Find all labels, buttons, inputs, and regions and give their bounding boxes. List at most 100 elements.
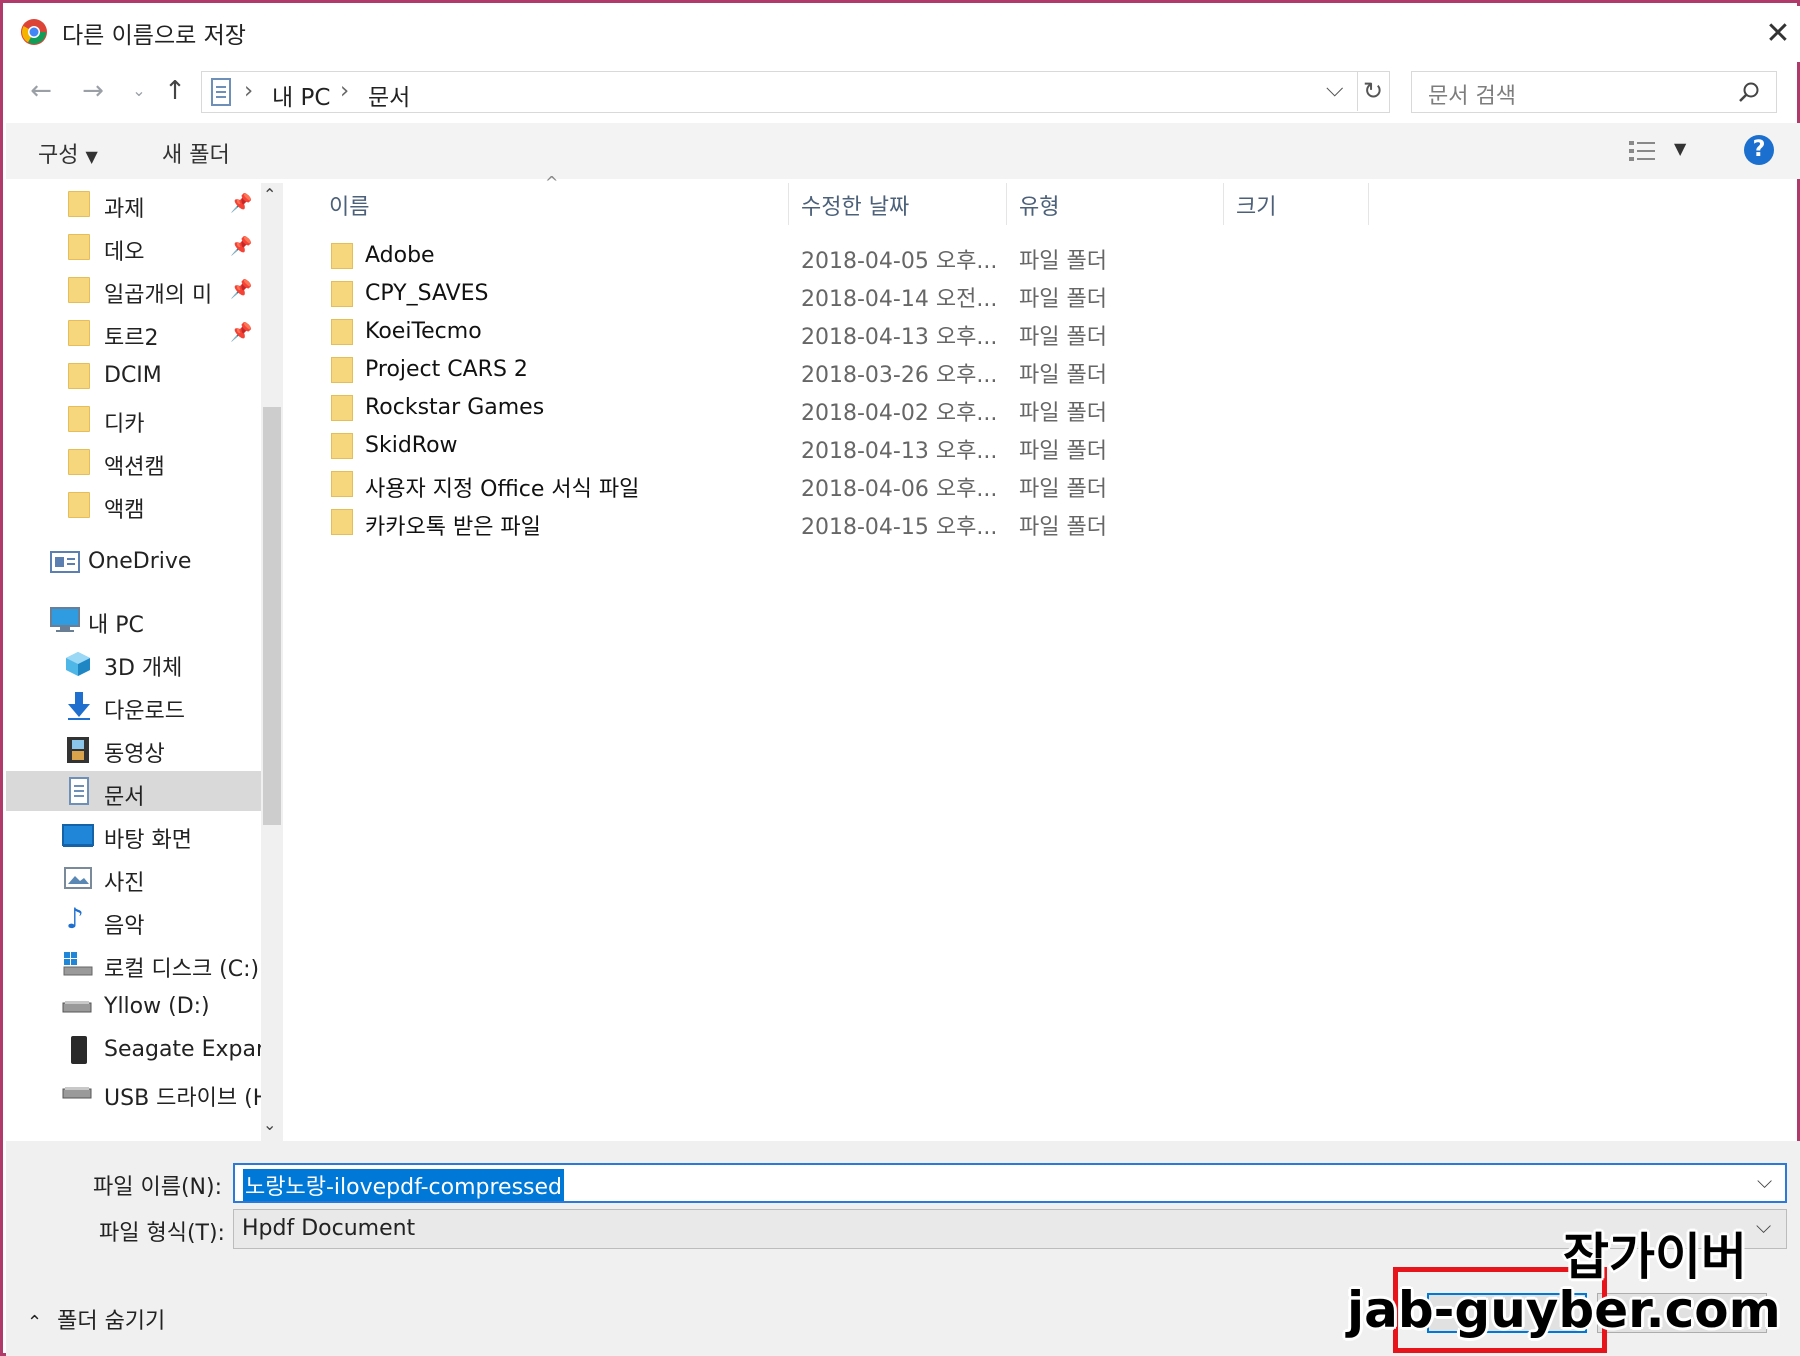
folder-icon bbox=[331, 395, 353, 421]
sidebar-item-label: USB 드라이브 (H bbox=[104, 1086, 262, 1111]
sidebar-item-videos[interactable]: 동영상 bbox=[6, 728, 262, 768]
download-arrow-icon bbox=[68, 692, 90, 720]
sidebar-item-usb[interactable]: USB 드라이브 (H bbox=[6, 1072, 262, 1112]
sidebar-item-quick-4[interactable]: 토르2 📌 bbox=[6, 312, 262, 352]
hide-folders-label: 폴더 숨기기 bbox=[57, 1309, 166, 1334]
folder-icon bbox=[68, 449, 90, 475]
forward-arrow-icon[interactable]: → bbox=[75, 71, 111, 111]
window-title: 다른 이름으로 저장 bbox=[62, 23, 246, 49]
sidebar-item-label: Seagate Expansi bbox=[104, 1037, 262, 1062]
sidebar-item-label: 3D 개체 bbox=[104, 656, 183, 681]
disk-icon bbox=[63, 952, 93, 976]
column-divider[interactable] bbox=[788, 183, 789, 225]
sidebar-item-drive-d[interactable]: Yllow (D:) bbox=[6, 986, 262, 1026]
filename-label: 파일 이름(N): bbox=[93, 1175, 222, 1200]
column-header-name[interactable]: 이름 bbox=[329, 189, 369, 235]
sidebar-item-quick-2[interactable]: 데오 📌 bbox=[6, 226, 262, 266]
watermark-title: 잡가이버 bbox=[1563, 1228, 1747, 1286]
sidebar-item-seagate[interactable]: Seagate Expansi bbox=[6, 1029, 262, 1069]
file-row[interactable]: Adobe 2018-04-05 오후... 파일 폴더 bbox=[331, 237, 1131, 275]
column-divider[interactable] bbox=[1223, 183, 1224, 225]
sidebar-item-3d-objects[interactable]: 3D 개체 bbox=[6, 642, 262, 682]
music-note-icon: ♪ bbox=[66, 902, 84, 935]
folder-icon bbox=[331, 243, 353, 269]
new-folder-button[interactable]: 새 폴더 bbox=[162, 137, 230, 169]
sidebar-scrollbar-thumb[interactable] bbox=[263, 407, 281, 825]
sidebar-item-local-disk-c[interactable]: 로컬 디스크 (C:) bbox=[6, 943, 262, 983]
file-row[interactable]: CPY_SAVES 2018-04-14 오전... 파일 폴더 bbox=[331, 275, 1131, 313]
pin-icon: 📌 bbox=[230, 322, 253, 343]
refresh-icon[interactable]: ↻ bbox=[1357, 71, 1388, 111]
document-location-icon bbox=[211, 78, 231, 106]
column-header-modified[interactable]: 수정한 날짜 bbox=[801, 189, 909, 235]
sidebar-item-label: 액션캠 bbox=[104, 455, 165, 480]
breadcrumb-documents[interactable]: 문서 bbox=[368, 78, 410, 112]
sidebar-item-downloads[interactable]: 다운로드 bbox=[6, 685, 262, 725]
filename-dropdown-icon[interactable]: ⌵ bbox=[1757, 1169, 1772, 1193]
file-row[interactable]: Rockstar Games 2018-04-02 오후... 파일 폴더 bbox=[331, 389, 1131, 427]
sidebar-item-label: 문서 bbox=[104, 785, 145, 810]
file-row[interactable]: 사용자 지정 Office 서식 파일 2018-04-06 오후... 파일 … bbox=[331, 465, 1131, 503]
scroll-up-icon[interactable]: ⌃ bbox=[263, 185, 276, 204]
breadcrumb-this-pc[interactable]: 내 PC bbox=[272, 78, 330, 112]
view-options-icon[interactable] bbox=[1628, 139, 1658, 163]
file-row[interactable]: SkidRow 2018-04-13 오후... 파일 폴더 bbox=[331, 427, 1131, 465]
sidebar-item-label: 다운로드 bbox=[104, 699, 185, 724]
help-icon[interactable]: ? bbox=[1744, 135, 1774, 165]
sidebar-item-label: 음악 bbox=[104, 914, 145, 939]
file-date: 2018-04-14 오전... bbox=[801, 287, 998, 312]
pictures-icon bbox=[64, 867, 92, 889]
column-header-type[interactable]: 유형 bbox=[1019, 189, 1059, 235]
hide-folders-toggle[interactable]: ⌃ 폴더 숨기기 bbox=[27, 1303, 165, 1335]
filename-input[interactable]: 노랑노랑-ilovepdf-compressed ⌵ bbox=[233, 1163, 1787, 1203]
close-icon[interactable]: ✕ bbox=[1758, 14, 1798, 54]
folder-icon bbox=[68, 406, 90, 432]
cube-icon bbox=[66, 652, 90, 676]
sidebar-item-label: 토르2 bbox=[104, 326, 159, 351]
sidebar-item-documents[interactable]: 문서 bbox=[6, 771, 262, 811]
file-row[interactable]: KoeiTecmo 2018-04-13 오후... 파일 폴더 bbox=[331, 313, 1131, 351]
computer-icon bbox=[50, 607, 80, 632]
view-dropdown-icon[interactable]: ▼ bbox=[1674, 139, 1686, 158]
breadcrumb-separator-icon: › bbox=[340, 78, 350, 104]
filetype-label: 파일 형식(T): bbox=[99, 1221, 225, 1246]
address-bar[interactable]: › 내 PC › 문서 ⌵ bbox=[201, 71, 1390, 113]
sidebar-item-label: OneDrive bbox=[88, 549, 192, 574]
file-type: 파일 폴더 bbox=[1019, 363, 1107, 388]
sidebar-item-pictures[interactable]: 사진 bbox=[6, 857, 262, 897]
file-row[interactable]: Project CARS 2 2018-03-26 오후... 파일 폴더 bbox=[331, 351, 1131, 389]
filetype-dropdown-icon[interactable]: ⌵ bbox=[1756, 1214, 1771, 1238]
sidebar-item-quick-5[interactable]: DCIM bbox=[6, 355, 262, 395]
film-icon bbox=[67, 737, 89, 763]
column-divider[interactable] bbox=[1368, 183, 1369, 225]
column-header-size[interactable]: 크기 bbox=[1236, 189, 1276, 235]
file-name: Rockstar Games bbox=[365, 395, 545, 420]
address-dropdown-icon[interactable]: ⌵ bbox=[1326, 76, 1343, 102]
sidebar-item-quick-8[interactable]: 액캠 bbox=[6, 484, 262, 524]
watermark-url: jab-guyber.com bbox=[1347, 1281, 1781, 1339]
file-type: 파일 폴더 bbox=[1019, 515, 1107, 540]
file-name: CPY_SAVES bbox=[365, 281, 489, 306]
sidebar-item-quick-6[interactable]: 디카 bbox=[6, 398, 262, 438]
back-arrow-icon[interactable]: ← bbox=[23, 71, 59, 111]
sidebar-item-desktop[interactable]: 바탕 화면 bbox=[6, 814, 262, 854]
recent-locations-chevron-icon[interactable]: ⌄ bbox=[121, 71, 157, 111]
sidebar-item-quick-3[interactable]: 일곱개의 미 📌 bbox=[6, 269, 262, 309]
search-box[interactable]: 문서 검색 bbox=[1411, 71, 1777, 113]
filetype-select[interactable]: Hpdf Document ⌵ bbox=[233, 1209, 1787, 1249]
folder-icon bbox=[331, 509, 353, 535]
scroll-down-icon[interactable]: ⌄ bbox=[263, 1115, 276, 1134]
file-type: 파일 폴더 bbox=[1019, 325, 1107, 350]
file-row[interactable]: 카카오톡 받은 파일 2018-04-15 오후... 파일 폴더 bbox=[331, 503, 1131, 541]
file-name: Project CARS 2 bbox=[365, 357, 528, 382]
sidebar-item-this-pc[interactable]: 내 PC bbox=[6, 599, 262, 639]
sidebar-item-label: 일곱개의 미 bbox=[104, 283, 213, 308]
sidebar-item-quick-1[interactable]: 과제 📌 bbox=[6, 183, 262, 223]
organize-button[interactable]: 구성 ▼ bbox=[38, 137, 98, 169]
folder-icon bbox=[68, 277, 90, 303]
sidebar-item-onedrive[interactable]: OneDrive bbox=[6, 541, 262, 581]
column-divider[interactable] bbox=[1006, 183, 1007, 225]
sidebar-item-quick-7[interactable]: 액션캠 bbox=[6, 441, 262, 481]
up-arrow-icon[interactable]: ↑ bbox=[157, 71, 193, 111]
sidebar-item-music[interactable]: ♪ 음악 bbox=[6, 900, 262, 940]
